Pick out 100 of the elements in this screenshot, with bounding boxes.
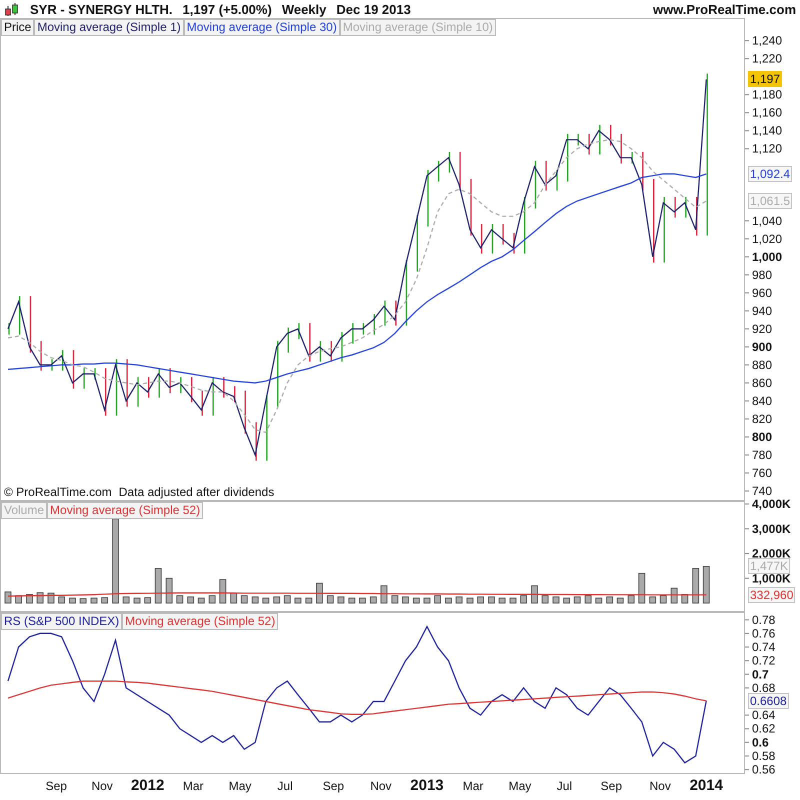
volume-bar — [262, 598, 270, 604]
volume-bar — [230, 592, 238, 604]
axis-label: 3,000K — [752, 522, 791, 536]
axis-label: 2,000K — [752, 546, 791, 561]
volume-bar — [273, 596, 280, 604]
volume-bar — [80, 598, 87, 604]
volume-bar — [326, 595, 334, 604]
axis-label: Nov — [370, 779, 392, 793]
axis-label: 1,120 — [752, 142, 782, 156]
legend-label: Moving average (Simple 52) — [47, 502, 204, 519]
axis-label: Jul — [277, 779, 293, 793]
volume-bar — [649, 596, 656, 604]
volume-bar — [702, 566, 710, 604]
volume-bar — [166, 578, 173, 604]
symbol-name: SYR - SYNERGY HLTH. — [30, 2, 173, 17]
volume-bar — [176, 595, 184, 604]
volume-bar — [208, 595, 216, 604]
legend-label: Price — [1, 19, 34, 36]
volume-bar — [574, 596, 581, 604]
axis-label: 780 — [752, 448, 772, 462]
axis-label: Jul — [556, 779, 572, 793]
axis-label: 900 — [752, 340, 772, 354]
axis-label: Sep — [322, 779, 344, 793]
legend-label: Moving average (Simple 30) — [184, 19, 340, 36]
volume-bar — [4, 592, 12, 604]
axis-label: 800 — [752, 430, 772, 444]
axis-label: 0.62 — [752, 722, 776, 736]
axis-label: 740 — [752, 484, 772, 498]
footnote-text: Data adjusted after dividends — [118, 485, 274, 499]
axis-label: 0.76 — [752, 626, 776, 640]
volume-bar — [402, 596, 409, 604]
axis-label: 1,140 — [752, 124, 782, 138]
volume-bar — [552, 596, 560, 604]
last-value-label: 1,092.4 — [748, 166, 792, 182]
volume-bar — [348, 598, 356, 604]
axis-label: Mar — [182, 779, 204, 793]
price-quote: 1,197 (+5.00%) — [182, 2, 272, 17]
axis-label: 0.72 — [752, 654, 776, 668]
axis-label: 940 — [752, 304, 772, 318]
axis-label: 880 — [752, 358, 772, 372]
volume-bar — [294, 598, 302, 604]
volume-bar — [424, 598, 430, 604]
axis-label: 840 — [752, 394, 772, 408]
volume-bar — [370, 596, 377, 604]
axis-label: 0.68 — [752, 680, 776, 695]
volume-bar — [154, 568, 162, 604]
last-value-label: 1,477K — [748, 558, 790, 574]
volume-bar — [563, 598, 570, 604]
axis-label: 2013 — [410, 777, 444, 794]
volume-bar — [219, 579, 226, 604]
volume-bar — [606, 596, 614, 604]
axis-label: 1,000 — [752, 250, 782, 264]
volume-bar — [36, 592, 44, 604]
volume-bar — [477, 596, 484, 604]
volume-bar — [638, 572, 646, 604]
volume-bar — [90, 598, 98, 604]
volume-bar — [510, 598, 516, 604]
axis-label: 2012 — [130, 777, 164, 794]
volume-bar — [628, 595, 635, 604]
volume-bar — [305, 598, 312, 604]
date-label: Dec 19 2013 — [336, 2, 411, 17]
volume-bar — [252, 596, 259, 604]
volume-bar — [338, 596, 344, 604]
period-label: Weekly — [282, 2, 326, 17]
volume-bar — [488, 596, 495, 604]
axis-label: 760 — [752, 466, 772, 480]
volume-bar — [616, 598, 624, 604]
axis-label: Nov — [91, 779, 113, 793]
volume-bar — [520, 595, 528, 604]
axis-label: 2014 — [690, 777, 723, 794]
axis-label: 920 — [752, 322, 772, 336]
volume-bar — [284, 595, 291, 604]
volume-bar — [144, 597, 152, 604]
axis-label: 0.74 — [752, 640, 776, 654]
axis-label: 0.6 — [752, 735, 769, 750]
axis-label: 0.78 — [752, 612, 776, 627]
volume-bar — [456, 596, 462, 604]
volume-bar — [69, 598, 76, 604]
footnote-text: © ProRealTime.com — [4, 485, 112, 499]
volume-bar — [595, 598, 602, 604]
axis-label: 0.7 — [752, 667, 769, 682]
volume-bar — [48, 592, 54, 604]
axis-label: 980 — [752, 268, 772, 282]
volume-bar — [240, 595, 248, 604]
last-value-label: 332,960 — [748, 586, 796, 603]
legend-label: Moving average (Simple 1) — [34, 19, 184, 36]
volume-bar — [134, 598, 140, 604]
axis-label: Nov — [650, 779, 671, 793]
website-link[interactable]: www.ProRealTime.com — [652, 2, 796, 17]
volume-bar — [542, 595, 549, 604]
legend-label: RS (S&P 500 INDEX) — [1, 613, 122, 630]
volume-bar — [466, 598, 474, 604]
volume-bar — [434, 595, 441, 604]
axis-label: 1,180 — [752, 88, 782, 102]
volume-bar — [187, 596, 194, 604]
volume-bar — [198, 598, 205, 604]
last-value-label: 1,061.5 — [748, 192, 792, 209]
volume-bar — [412, 598, 420, 604]
volume-bar — [316, 582, 323, 604]
last-value-label: 1,197 — [748, 71, 782, 88]
